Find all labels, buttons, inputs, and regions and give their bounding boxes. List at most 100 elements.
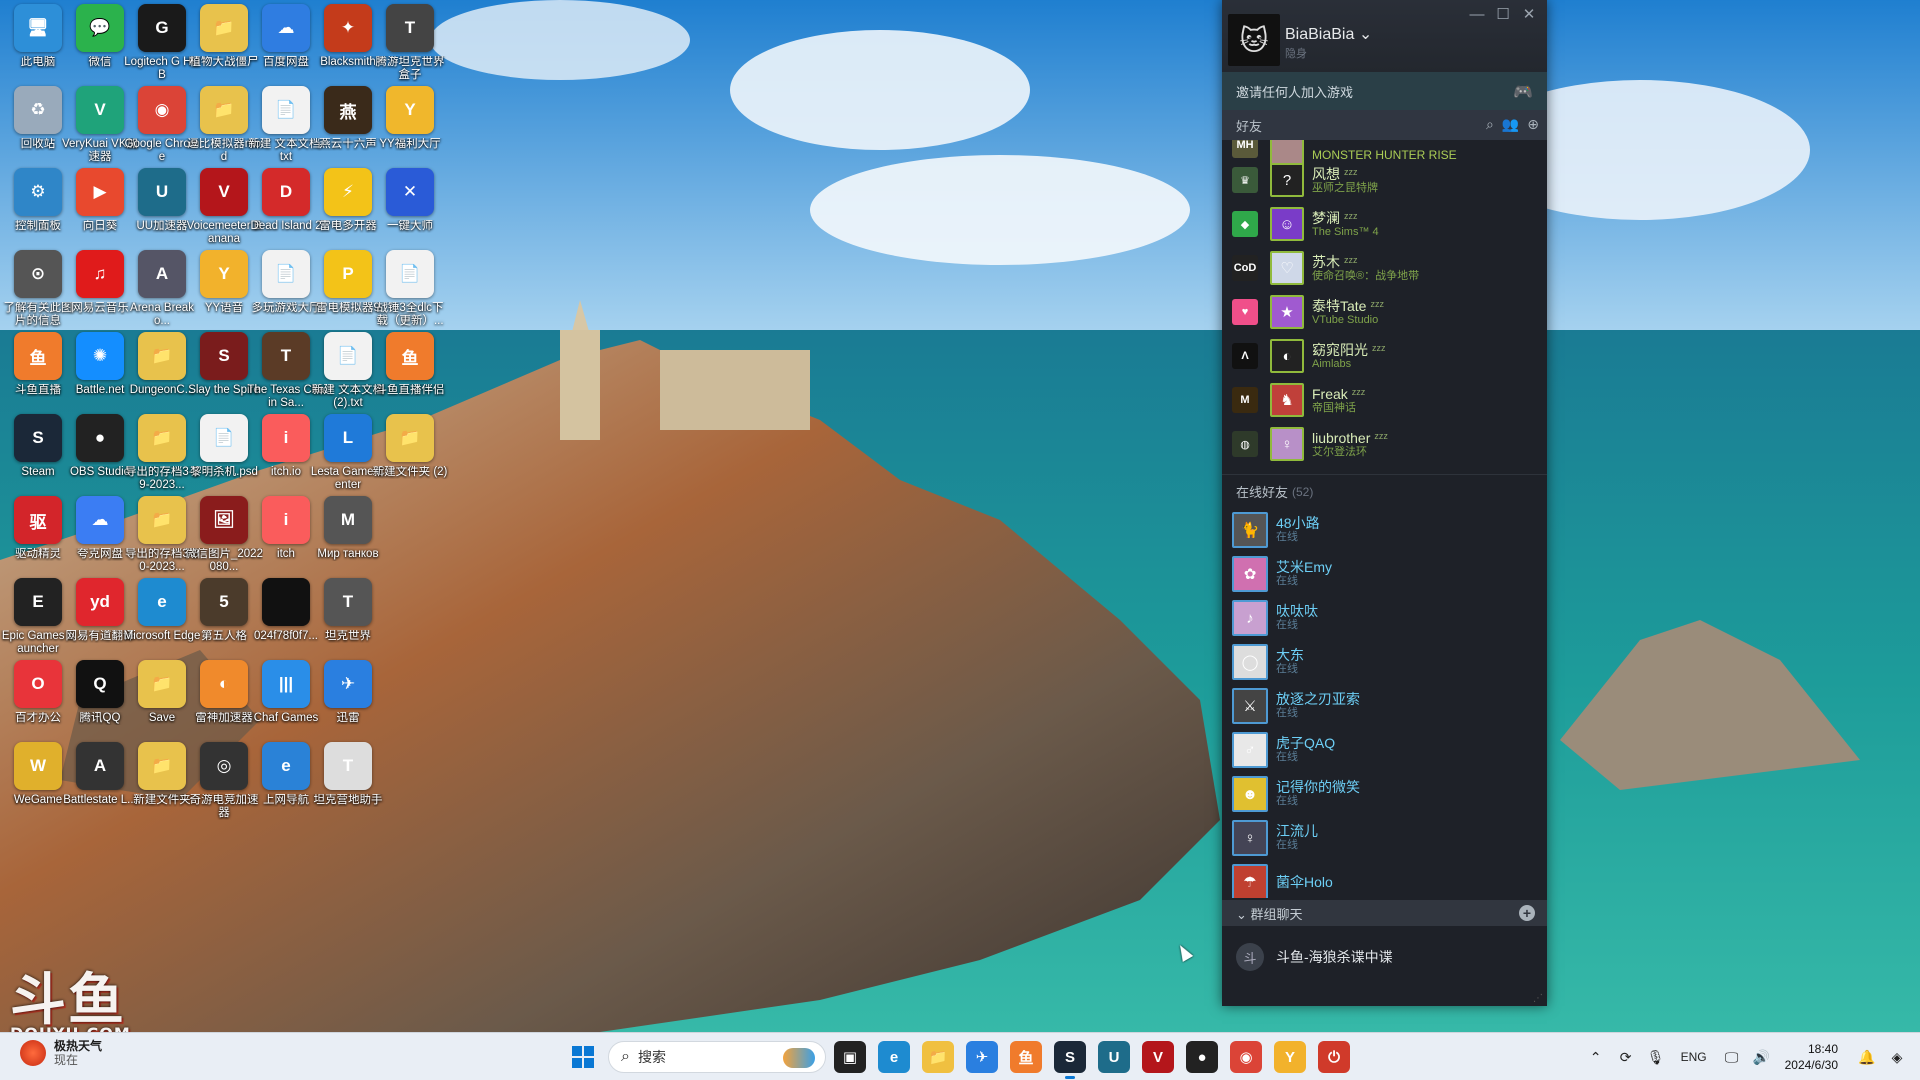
app-icon: yd <box>76 578 124 626</box>
chevron-up-icon[interactable]: ⌃ <box>1581 1049 1611 1066</box>
notification-icon[interactable]: 🔔 <box>1852 1049 1882 1066</box>
sleep-indicator: zzz <box>1374 431 1388 441</box>
friend-in-game-row[interactable]: ♥ ★ 泰特Tate zzz VTube Studio <box>1222 290 1547 334</box>
chrome-icon[interactable]: ◉ <box>1230 1041 1262 1073</box>
network-icon[interactable]: 🖵 <box>1717 1049 1747 1066</box>
file-explorer-icon[interactable]: 📁 <box>922 1041 954 1073</box>
resize-grip-icon[interactable]: ⋰ <box>1533 993 1543 1004</box>
friend-online-row[interactable]: ✿ 艾米Emy 在线 <box>1222 552 1547 596</box>
friend-in-game-row[interactable]: M ♞ Freak zzz 帝国神话 <box>1222 378 1547 422</box>
friends-list[interactable]: MH MONSTER HUNTER RISE ♛? 风想 zzz 巫师之昆特牌 ◆ ☺ 梦澜 zz… <box>1222 140 1547 898</box>
app-icon: ⊙ <box>14 250 62 298</box>
friend-online-row[interactable]: ♪ 呔呔呔 在线 <box>1222 596 1547 640</box>
friend-name: 苏木 zzz <box>1312 254 1358 270</box>
obs-icon[interactable]: ● <box>1186 1041 1218 1073</box>
friend-status: 在线 <box>1276 839 1298 851</box>
online-friends-label: 在线好友 <box>1236 485 1289 500</box>
app-icon: A <box>138 250 186 298</box>
friend-online-row[interactable]: ⚔ 放逐之刃亚索 在线 <box>1222 684 1547 728</box>
app-icon: ♫ <box>76 250 124 298</box>
app-icon: ◉ <box>138 86 186 134</box>
gamepad-icon: 🎮 <box>1513 84 1533 101</box>
search-icon: ⌕ <box>621 1048 630 1065</box>
friend-online-row[interactable]: ♀ 江流儿 在线 <box>1222 816 1547 860</box>
desktop-icon-label: 坦克世界 <box>325 630 371 642</box>
volume-icon[interactable]: 🔊 <box>1747 1049 1777 1066</box>
add-friend-icon[interactable]: ⊕ <box>1527 116 1539 133</box>
weather-widget[interactable]: 极热天气 现在 <box>20 1039 102 1067</box>
cat-avatar-icon[interactable]: 🐱 <box>1228 14 1280 66</box>
game-icon: ♥ <box>1232 299 1258 325</box>
weather-temp: 极热天气 <box>54 1039 103 1053</box>
maximize-button[interactable]: ☐ <box>1491 6 1515 24</box>
friend-in-game-row[interactable]: ♛? 风想 zzz 巫师之昆特牌 <box>1222 158 1547 202</box>
friend-avatar: ✿ <box>1232 556 1268 592</box>
friend-online-row[interactable]: ☂ 菌伞Holo <box>1222 860 1547 898</box>
clock[interactable]: 18:40 2024/6/30 <box>1785 1041 1838 1073</box>
app-icon: S <box>14 414 62 462</box>
friend-in-game-row[interactable]: CoD ♡ 苏木 zzz 使命召唤®：战争地带 <box>1222 246 1547 290</box>
clock-time: 18:40 <box>1807 1042 1838 1056</box>
yy-icon[interactable]: Y <box>1274 1041 1306 1073</box>
app-icon: i <box>262 496 310 544</box>
app-icon: 📁 <box>138 332 186 380</box>
friend-online-row[interactable]: ♂ 虎子QAQ 在线 <box>1222 728 1547 772</box>
taskbar-search[interactable]: ⌕ 搜索 <box>608 1041 826 1073</box>
friends-search-bar: 好友 ⌕ 👥 ⊕ <box>1222 110 1547 140</box>
friend-name: 艾米Emy <box>1276 559 1332 575</box>
close-button[interactable]: ✕ <box>1517 6 1541 24</box>
friend-in-game-row[interactable]: ◍ ♀ liubrother zzz 艾尔登法环 <box>1222 422 1547 466</box>
douyu-icon[interactable]: 鱼 <box>1010 1041 1042 1073</box>
online-friends-header[interactable]: 在线好友 (52) <box>1222 474 1547 508</box>
friend-in-game-row[interactable]: Λ ◐ 窈窕阳光 zzz Aimlabs <box>1222 334 1547 378</box>
app-icon: 📁 <box>138 496 186 544</box>
friend-avatar: ☂ <box>1232 864 1268 898</box>
app-icon: T <box>324 742 372 790</box>
friend-game: VTube Studio <box>1312 314 1379 326</box>
app-icon: W <box>14 742 62 790</box>
app-icon: 📁 <box>138 742 186 790</box>
search-placeholder: 搜索 <box>637 1049 666 1065</box>
app-icon: G <box>138 4 186 52</box>
friend-avatar: ? <box>1270 163 1304 197</box>
search-icon[interactable]: ⌕ <box>1486 116 1494 133</box>
group-chat-item[interactable]: 斗 斗鱼-海狼杀谍中谍 <box>1222 936 1547 978</box>
invite-anyone-button[interactable]: 邀请任何人加入游戏 🎮 <box>1222 72 1547 110</box>
edge-icon[interactable]: e <box>878 1041 910 1073</box>
language-indicator[interactable]: ENG <box>1681 1050 1707 1064</box>
app-icon: M <box>324 496 372 544</box>
group-chats-header[interactable]: ⌄ 群组聊天 + <box>1222 900 1547 926</box>
friend-online-row[interactable]: 🐈 48小路 在线 <box>1222 508 1547 552</box>
friend-in-game-row[interactable]: MH MONSTER HUNTER RISE <box>1222 140 1547 166</box>
user-name[interactable]: BiaBiaBia ⌄ <box>1285 24 1372 44</box>
voicemeeter-icon[interactable]: V <box>1142 1041 1174 1073</box>
desktop-icon[interactable]: T 坦克营地助手 <box>310 742 386 838</box>
friend-in-game-row[interactable]: ◆ ☺ 梦澜 zzz The Sims™ 4 <box>1222 202 1547 246</box>
app-icon: 📄 <box>262 86 310 134</box>
game-icon: ◆ <box>1232 211 1258 237</box>
minimize-button[interactable]: — <box>1465 6 1489 24</box>
friend-requests-icon[interactable]: 👥 <box>1502 116 1519 133</box>
xunlei-icon[interactable]: ✈ <box>966 1041 998 1073</box>
friend-online-row[interactable]: ◯ 大东 在线 <box>1222 640 1547 684</box>
group-chat-name: 斗鱼-海狼杀谍中谍 <box>1276 949 1393 965</box>
uu-icon[interactable]: U <box>1098 1041 1130 1073</box>
friend-game: Aimlabs <box>1312 358 1352 370</box>
copilot-icon[interactable]: ◈ <box>1882 1049 1912 1066</box>
app-icon: U <box>138 168 186 216</box>
taskbar: 极热天气 现在 ⌕ 搜索 ▣ e 📁 ✈ 鱼 S U V ● ◉ Y ⏻ ⌃ ⟳ 🎙 ENG 🖵 🔊 1… <box>0 1032 1920 1080</box>
task-view-icon[interactable]: ▣ <box>834 1041 866 1073</box>
power-icon[interactable]: ⏻ <box>1318 1041 1350 1073</box>
friend-online-row[interactable]: ☻ 记得你的微笑 在线 <box>1222 772 1547 816</box>
sync-icon[interactable]: ⟳ <box>1611 1049 1641 1066</box>
friend-game: 帝国神话 <box>1312 402 1356 414</box>
sleep-indicator: zzz <box>1370 299 1384 309</box>
add-group-icon[interactable]: + <box>1519 905 1535 921</box>
friend-name: 呔呔呔 <box>1276 603 1318 619</box>
steam-icon[interactable]: S <box>1054 1041 1086 1079</box>
microphone-icon[interactable]: 🎙 <box>1641 1049 1671 1066</box>
app-icon <box>262 578 310 626</box>
start-button[interactable] <box>572 1046 594 1068</box>
friends-label: 好友 <box>1236 118 1263 134</box>
app-icon: V <box>76 86 124 134</box>
